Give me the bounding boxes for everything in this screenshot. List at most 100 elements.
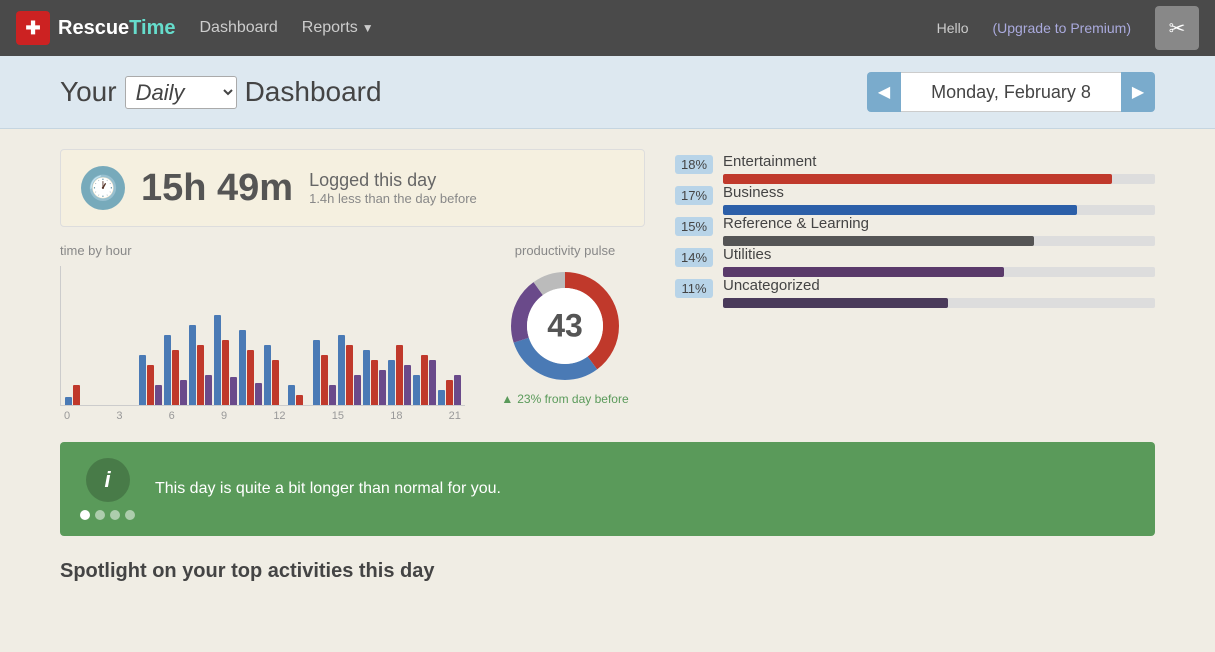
bar-group-3 <box>139 355 162 405</box>
category-row-4[interactable]: 11% Uncategorized <box>675 277 1155 308</box>
date-nav: ◀ Monday, February 8 ▶ <box>867 72 1155 112</box>
bar-red <box>396 345 403 405</box>
bar-group-15 <box>438 375 461 405</box>
bar-group-0 <box>65 385 88 405</box>
tools-icon: ✂ <box>1169 16 1186 41</box>
spotlight-title: Spotlight on your top activities this da… <box>60 560 1155 583</box>
x-label-21: 21 <box>449 410 461 422</box>
nav-upgrade-link[interactable]: (Upgrade to Premium) <box>993 20 1132 36</box>
bar-red <box>446 380 453 405</box>
nav-hello: Hello <box>937 20 969 36</box>
your-label: Your <box>60 76 117 108</box>
info-icon: i <box>86 458 130 502</box>
bar-purple <box>180 380 187 405</box>
categories-container: 18% Entertainment 17% Business 15% Refer… <box>675 153 1155 308</box>
info-icon-area: i <box>80 458 135 520</box>
x-label-6: 6 <box>169 410 175 422</box>
dot-4[interactable] <box>125 510 135 520</box>
reports-dropdown-arrow[interactable]: ▼ <box>362 21 374 35</box>
bar-blue <box>338 335 345 405</box>
cat-name: Utilities <box>723 246 1155 263</box>
bar-purple <box>329 385 336 405</box>
bar-blue <box>65 397 72 405</box>
bar-blue <box>239 330 246 405</box>
bar-blue <box>264 345 271 405</box>
bar-group-7 <box>239 330 262 405</box>
spotlight-section: Spotlight on your top activities this da… <box>60 560 1155 583</box>
cat-info: Business <box>723 184 1155 215</box>
bar-blue <box>313 340 320 405</box>
dot-2[interactable] <box>95 510 105 520</box>
logged-time-value: 15h 49m <box>141 167 293 209</box>
bar-blue <box>413 375 420 405</box>
cat-bar-fill <box>723 236 1034 246</box>
dashboard-title: Your Daily Weekly Monthly Dashboard <box>60 76 382 109</box>
bar-blue <box>164 335 171 405</box>
category-row-0[interactable]: 18% Entertainment <box>675 153 1155 184</box>
bar-group-12 <box>363 350 386 405</box>
prev-date-button[interactable]: ◀ <box>867 72 901 112</box>
x-label-9: 9 <box>221 410 227 422</box>
chart-label: time by hour <box>60 243 465 258</box>
x-label-15: 15 <box>332 410 344 422</box>
bar-red <box>172 350 179 405</box>
info-banner: i This day is quite a bit longer than no… <box>60 442 1155 536</box>
bar-red <box>73 385 80 405</box>
top-section: 🕐 15h 49m Logged this day 1.4h less than… <box>60 149 1155 422</box>
category-row-3[interactable]: 14% Utilities <box>675 246 1155 277</box>
bar-blue <box>189 325 196 405</box>
x-label-12: 12 <box>273 410 285 422</box>
bar-group-5 <box>189 325 212 405</box>
bar-group-4 <box>164 335 187 405</box>
next-date-button[interactable]: ▶ <box>1121 72 1155 112</box>
bar-blue <box>388 360 395 405</box>
cat-name: Uncategorized <box>723 277 1155 294</box>
logged-box: 🕐 15h 49m Logged this day 1.4h less than… <box>60 149 645 227</box>
chart-area: time by hour <box>60 243 645 422</box>
bar-red <box>247 350 254 405</box>
cat-info: Entertainment <box>723 153 1155 184</box>
nav-tools-button[interactable]: ✂ <box>1155 6 1199 50</box>
pulse-change: ▲ 23% from day before <box>485 392 645 406</box>
bar-purple <box>404 365 411 405</box>
logo-icon: ✚ <box>16 11 50 45</box>
period-select[interactable]: Daily Weekly Monthly <box>125 76 237 109</box>
logged-info: Logged this day 1.4h less than the day b… <box>309 170 477 206</box>
nav-logo: ✚ RescueTime <box>16 11 175 45</box>
logged-sub: 1.4h less than the day before <box>309 191 477 206</box>
logo-rescue: Rescue <box>58 17 129 39</box>
cat-bar-bg <box>723 174 1155 184</box>
nav-reports-link[interactable]: Reports <box>302 19 358 37</box>
bar-purple <box>205 375 212 405</box>
clock-icon: 🕐 <box>81 166 125 210</box>
cat-bar-bg <box>723 267 1155 277</box>
dot-1[interactable] <box>80 510 90 520</box>
pulse-change-text: 23% from day before <box>517 392 628 406</box>
up-arrow-icon: ▲ <box>501 392 513 406</box>
navbar: ✚ RescueTime Dashboard Reports ▼ Hello (… <box>0 0 1215 56</box>
cat-pct-badge: 17% <box>675 186 713 205</box>
cat-bar-fill <box>723 267 1004 277</box>
bar-purple <box>454 375 461 405</box>
bar-red <box>421 355 428 405</box>
productivity-pulse: productivity pulse <box>485 243 645 422</box>
bar-blue <box>438 390 445 405</box>
bar-purple <box>255 383 262 405</box>
dot-3[interactable] <box>110 510 120 520</box>
banner-text: This day is quite a bit longer than norm… <box>155 480 501 498</box>
bar-red <box>371 360 378 405</box>
time-by-hour-chart: time by hour <box>60 243 465 422</box>
logo-time: Time <box>129 17 175 39</box>
cat-bar-bg <box>723 236 1155 246</box>
cat-name: Entertainment <box>723 153 1155 170</box>
nav-dashboard-link[interactable]: Dashboard <box>199 19 277 37</box>
x-label-18: 18 <box>390 410 402 422</box>
nav-reports-container: Reports ▼ <box>302 19 374 37</box>
cat-bar-bg <box>723 205 1155 215</box>
category-row-1[interactable]: 17% Business <box>675 184 1155 215</box>
cat-info: Utilities <box>723 246 1155 277</box>
bar-purple <box>354 375 361 405</box>
bar-chart <box>60 266 465 406</box>
bar-red <box>147 365 154 405</box>
category-row-2[interactable]: 15% Reference & Learning <box>675 215 1155 246</box>
